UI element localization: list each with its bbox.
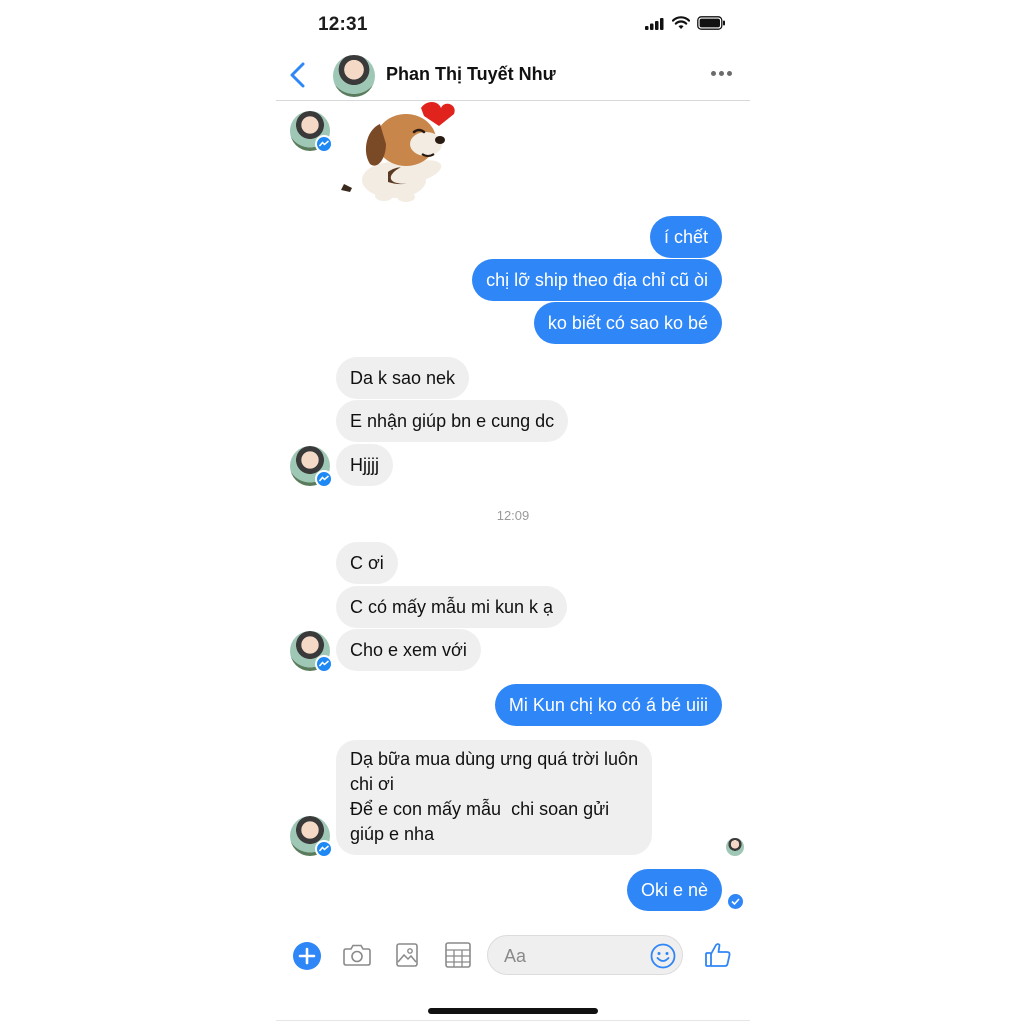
emoji-icon[interactable] <box>650 943 676 969</box>
plus-icon[interactable] <box>293 942 321 970</box>
outgoing-message[interactable]: í chết <box>649 216 722 258</box>
avatar[interactable] <box>290 816 333 858</box>
thumbs-up-icon[interactable] <box>704 941 732 969</box>
messenger-badge-icon <box>315 470 333 488</box>
composer-bar: Aa <box>276 932 750 978</box>
incoming-message[interactable]: Cho e xem với <box>336 629 481 671</box>
message-input-placeholder: Aa <box>504 946 527 966</box>
home-indicator[interactable] <box>428 1008 598 1014</box>
back-chevron-icon[interactable] <box>288 62 308 88</box>
messenger-badge-icon <box>315 655 333 673</box>
dog-sticker[interactable] <box>336 100 461 205</box>
signal-icon <box>645 17 664 30</box>
contact-avatar[interactable] <box>333 55 375 97</box>
incoming-message[interactable]: Da k sao nek <box>336 357 470 399</box>
contact-name[interactable]: Phan Thị Tuyết Như <box>386 64 556 85</box>
camera-icon[interactable] <box>343 943 371 967</box>
sticker-grid-icon[interactable] <box>445 942 471 968</box>
message-timestamp: 12:09 <box>496 508 530 523</box>
battery-icon <box>697 16 725 30</box>
phone-screen: 12:31 Phan Thị Tuyết Như í chết chị lỡ s… <box>276 0 750 1024</box>
divider <box>276 1020 750 1021</box>
messenger-badge-icon <box>315 135 333 153</box>
incoming-message[interactable]: E nhận giúp bn e cung dc <box>336 400 569 442</box>
message-input[interactable]: Aa <box>487 935 683 975</box>
outgoing-message[interactable]: Mi Kun chị ko có á bé uiii <box>494 684 722 726</box>
incoming-message[interactable]: C có mấy mẫu mi kun k ạ <box>336 586 568 628</box>
avatar[interactable] <box>290 446 333 488</box>
more-dots-icon[interactable] <box>711 71 732 76</box>
incoming-message[interactable]: Dạ bữa mua dùng ưng quá trời luôn chi ơi… <box>336 740 653 855</box>
seen-avatar <box>726 838 744 856</box>
incoming-message[interactable]: C ơi <box>336 542 398 584</box>
status-time: 12:31 <box>318 14 368 35</box>
status-bar: 12:31 <box>276 0 750 50</box>
messenger-badge-icon <box>315 840 333 858</box>
incoming-message[interactable]: Hjjjj <box>336 444 393 486</box>
outgoing-message[interactable]: chị lỡ ship theo địa chỉ cũ òi <box>472 259 722 301</box>
wifi-icon <box>672 16 690 29</box>
outgoing-message[interactable]: ko biết có sao ko bé <box>533 302 722 344</box>
photo-icon[interactable] <box>396 943 418 967</box>
delivered-check-icon <box>728 894 743 909</box>
avatar[interactable] <box>290 111 333 153</box>
chat-header: Phan Thị Tuyết Như <box>276 50 750 101</box>
outgoing-message[interactable]: Oki e nè <box>626 869 722 911</box>
avatar[interactable] <box>290 631 333 673</box>
